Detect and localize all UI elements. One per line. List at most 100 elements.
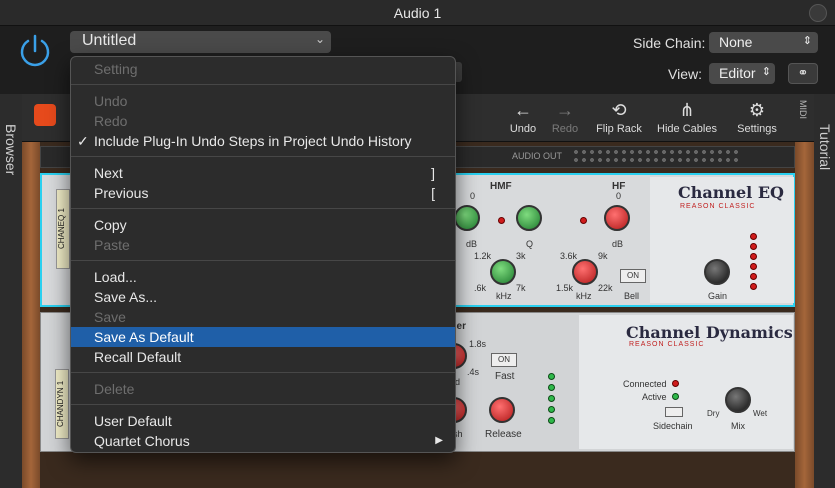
release-knob[interactable] (489, 397, 515, 423)
meter-led (750, 283, 757, 290)
redo-button[interactable]: → Redo (549, 97, 581, 135)
meter-led (750, 263, 757, 270)
redo-label: Redo (551, 123, 579, 135)
sidechain-button[interactable] (665, 407, 683, 417)
knob-label: kHz (576, 291, 592, 301)
fast-label: Fast (495, 371, 515, 382)
arrow-right-icon: → (556, 100, 574, 120)
checkmark-icon: ✓ (77, 133, 89, 149)
tutorial-tab-label: Tutorial (817, 124, 833, 171)
menu-item-load[interactable]: Load... (71, 267, 455, 287)
window-title: Audio 1 (393, 5, 442, 21)
menu-item-previous[interactable]: Previous [ (71, 183, 455, 203)
menu-item-user-default[interactable]: User Default (71, 411, 455, 431)
tick-label: 0 (470, 191, 476, 201)
arrow-left-icon: ← (514, 100, 532, 120)
window-button[interactable] (809, 4, 827, 22)
channel-eq-title: Channel EQ (678, 183, 784, 202)
menu-item-label: Quartet Chorus (94, 433, 190, 449)
submenu-arrow-icon: ▶ (435, 435, 443, 446)
meter-led (548, 373, 555, 380)
menu-item-quartet-chorus[interactable]: Quartet Chorus ▶ (71, 431, 455, 451)
menu-item-save-as[interactable]: Save As... (71, 287, 455, 307)
eq-gain-knob[interactable] (704, 259, 730, 285)
dry-label: Dry (707, 409, 720, 418)
shortcut-label: [ (431, 185, 435, 201)
power-icon[interactable] (16, 32, 54, 70)
menu-item-next[interactable]: Next ] (71, 163, 455, 183)
hf-freq-knob[interactable] (572, 259, 598, 285)
meter-led (750, 233, 757, 240)
gain-label: Gain (708, 291, 728, 301)
link-icon[interactable]: ⚭ (788, 63, 818, 84)
mix-label: Mix (731, 421, 745, 431)
audio-out-label: AUDIO OUT (512, 151, 563, 161)
bell-label: Bell (624, 291, 640, 301)
updown-icon: ⇕ (761, 66, 771, 78)
meter-led (750, 273, 757, 280)
menu-item-save-as-default[interactable]: Save As Default (71, 327, 455, 347)
side-chain-select[interactable]: None ⇕ (709, 32, 818, 53)
settings-button[interactable]: ⚙ Settings (734, 97, 780, 135)
hf-bell-on-button[interactable]: ON (620, 269, 646, 283)
hf-led (580, 217, 587, 224)
mix-knob[interactable] (725, 387, 751, 413)
active-led (672, 393, 679, 400)
menu-item-label: Include Plug-In Undo Steps in Project Un… (94, 133, 412, 149)
hmf-q-knob[interactable] (516, 205, 542, 231)
gear-icon: ⚙ (748, 100, 766, 120)
side-chain-value: None (719, 34, 753, 50)
view-label: View: (668, 66, 702, 82)
hide-cables-label: Hide Cables (657, 123, 717, 135)
preset-menu: Setting Undo Redo ✓ Include Plug-In Undo… (70, 56, 456, 453)
release-label: Release (485, 429, 522, 440)
menu-item-undo[interactable]: Undo (71, 91, 455, 111)
midi-label[interactable]: MIDI (798, 100, 808, 119)
meter-led (548, 384, 555, 391)
menu-divider (71, 404, 455, 405)
menu-item-redo[interactable]: Redo (71, 111, 455, 131)
preset-selector[interactable]: Untitled ⌄ (70, 31, 331, 53)
flip-rack-icon: ⟲ (611, 100, 627, 120)
knob-label: dB (612, 239, 624, 249)
dyn-subtitle: REASON CLASSIC (629, 341, 705, 348)
tick-label: .4s (467, 367, 480, 377)
tutorial-tab[interactable]: Tutorial (814, 94, 835, 488)
meter-led (750, 253, 757, 260)
channel-dynamics-title: Channel Dynamics (626, 323, 793, 342)
title-bar: Audio 1 (0, 0, 835, 26)
menu-item-recall-default[interactable]: Recall Default (71, 347, 455, 367)
menu-divider (71, 156, 455, 157)
menu-item-copy[interactable]: Copy (71, 215, 455, 235)
reason-logo-icon (34, 104, 56, 126)
hmf-led (498, 217, 505, 224)
menu-item-save[interactable]: Save (71, 307, 455, 327)
device-label-strip: CHANEQ 1 (56, 189, 70, 269)
hf-gain-knob[interactable] (604, 205, 630, 231)
meter-led (548, 417, 555, 424)
menu-divider (71, 84, 455, 85)
tick-label: 22k (598, 283, 613, 293)
menu-divider (71, 208, 455, 209)
tick-label: 0 (616, 191, 622, 201)
meter-led (750, 243, 757, 250)
view-value: Editor (719, 65, 756, 81)
flip-rack-button[interactable]: ⟲ Flip Rack (592, 97, 646, 135)
menu-item-include-undo[interactable]: ✓ Include Plug-In Undo Steps in Project … (71, 131, 455, 151)
tick-label: 1.8s (469, 339, 487, 349)
browser-tab[interactable]: Browser (0, 94, 22, 488)
menu-item-paste[interactable]: Paste (71, 235, 455, 255)
shortcut-label: ] (431, 165, 435, 181)
menu-item-delete[interactable]: Delete (71, 379, 455, 399)
hmf-freq-knob[interactable] (490, 259, 516, 285)
audio-jacks[interactable] (572, 148, 742, 166)
menu-divider (71, 260, 455, 261)
device-label-strip: CHANDYN 1 (55, 369, 69, 439)
hmf-gain-knob[interactable] (454, 205, 480, 231)
active-label: Active (642, 392, 667, 402)
fast-on-button[interactable]: ON (491, 353, 517, 367)
undo-button[interactable]: ← Undo (508, 97, 538, 135)
hide-cables-button[interactable]: ⋔ Hide Cables (654, 97, 720, 135)
rack-side-left (22, 142, 40, 488)
view-select[interactable]: Editor ⇕ (709, 63, 775, 84)
